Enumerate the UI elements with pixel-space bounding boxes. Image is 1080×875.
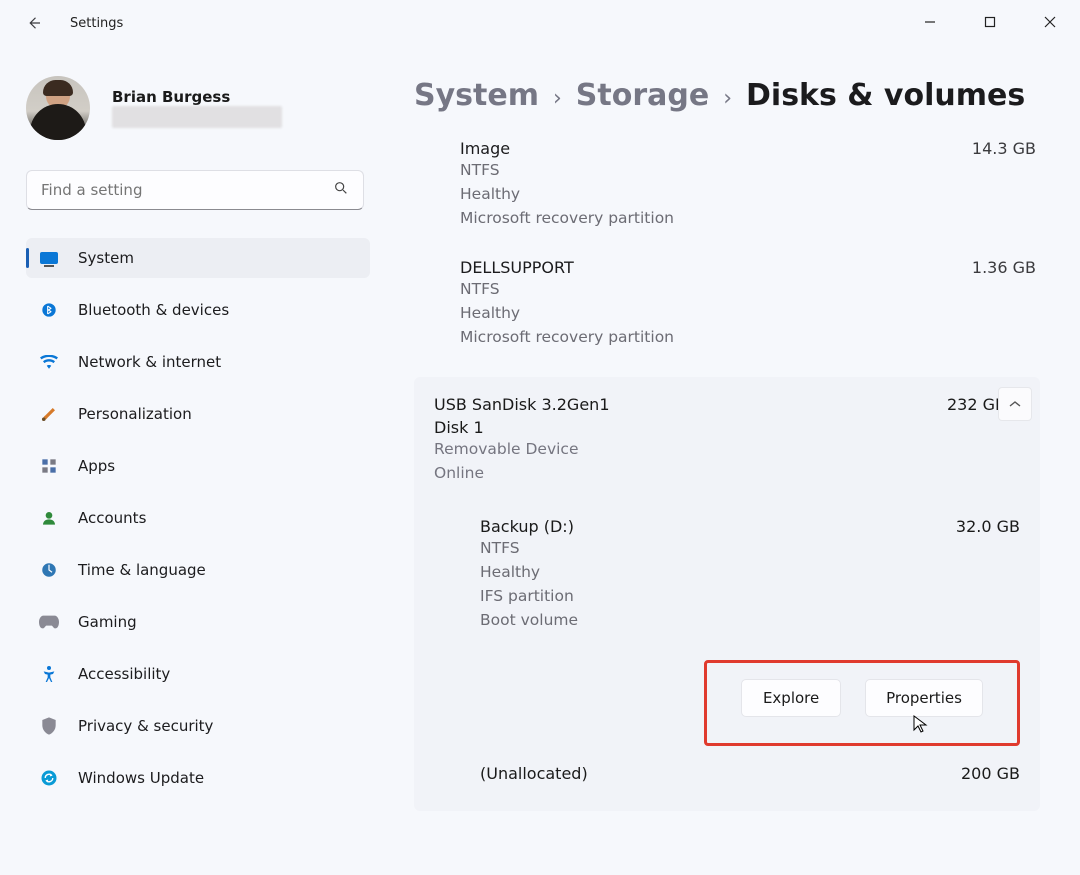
volume-health: Healthy (460, 182, 1040, 206)
sidebar-item-label: Network & internet (78, 353, 221, 371)
sidebar-item-update[interactable]: Windows Update (26, 758, 370, 798)
breadcrumb-system[interactable]: System (414, 78, 539, 113)
search-input[interactable] (41, 181, 333, 199)
clock-globe-icon (38, 559, 60, 581)
sidebar-item-label: Personalization (78, 405, 192, 423)
chevron-right-icon: › (553, 86, 562, 111)
explore-button[interactable]: Explore (741, 679, 841, 717)
volume-fs: NTFS (460, 277, 1040, 301)
sidebar-item-label: Privacy & security (78, 717, 213, 735)
update-icon (38, 767, 60, 789)
breadcrumb: System › Storage › Disks & volumes (414, 78, 1040, 113)
collapse-toggle[interactable] (998, 387, 1032, 421)
unallocated-label: (Unallocated) (480, 764, 588, 783)
bluetooth-icon (38, 299, 60, 321)
maximize-button[interactable] (960, 0, 1020, 44)
sidebar-item-label: Bluetooth & devices (78, 301, 229, 319)
accessibility-icon (38, 663, 60, 685)
volume-name: DELLSUPPORT (460, 258, 574, 277)
sidebar-item-label: Apps (78, 457, 115, 475)
partition-line: Boot volume (480, 608, 1020, 632)
sidebar-item-label: System (78, 249, 134, 267)
action-highlight: Explore Properties (704, 660, 1020, 746)
sidebar-item-system[interactable]: System (26, 238, 370, 278)
user-header[interactable]: Brian Burgess (26, 76, 370, 140)
shield-icon (38, 715, 60, 737)
disk-card: USB SanDisk 3.2Gen1 Disk 1 Removable Dev… (414, 377, 1040, 811)
disk-kind: Removable Device (434, 437, 610, 461)
sidebar-item-apps[interactable]: Apps (26, 446, 370, 486)
wifi-icon (38, 351, 60, 373)
sidebar-item-bluetooth[interactable]: Bluetooth & devices (26, 290, 370, 330)
brush-icon (38, 403, 60, 425)
avatar (26, 76, 90, 140)
partition-line: NTFS (480, 536, 1020, 560)
properties-button[interactable]: Properties (865, 679, 983, 717)
volume-item[interactable]: Image 14.3 GB NTFS Healthy Microsoft rec… (414, 139, 1040, 230)
breadcrumb-storage[interactable]: Storage (576, 78, 709, 113)
disk-id: Disk 1 (434, 418, 610, 437)
sidebar-item-gaming[interactable]: Gaming (26, 602, 370, 642)
person-icon (38, 507, 60, 529)
sidebar-item-personalization[interactable]: Personalization (26, 394, 370, 434)
sidebar-item-label: Accounts (78, 509, 146, 527)
volume-item[interactable]: DELLSUPPORT 1.36 GB NTFS Healthy Microso… (414, 258, 1040, 349)
volume-size: 14.3 GB (972, 139, 1040, 158)
unallocated-size: 200 GB (961, 764, 1020, 783)
partition-line: IFS partition (480, 584, 1020, 608)
sidebar-item-label: Accessibility (78, 665, 170, 683)
apps-icon (38, 455, 60, 477)
volume-size: 1.36 GB (972, 258, 1040, 277)
page-title: Disks & volumes (746, 78, 1025, 113)
close-button[interactable] (1020, 0, 1080, 44)
gamepad-icon (38, 611, 60, 633)
search-icon (333, 180, 349, 200)
main-content: System › Storage › Disks & volumes Image… (386, 46, 1080, 875)
partition-line: Healthy (480, 560, 1020, 584)
sidebar-item-privacy[interactable]: Privacy & security (26, 706, 370, 746)
sidebar-item-label: Gaming (78, 613, 137, 631)
volume-type: Microsoft recovery partition (460, 206, 1040, 230)
partition-name: Backup (D:) (480, 517, 574, 536)
user-name: Brian Burgess (112, 88, 282, 106)
sidebar-item-time[interactable]: Time & language (26, 550, 370, 590)
user-email-redacted (112, 106, 282, 128)
sidebar-item-accessibility[interactable]: Accessibility (26, 654, 370, 694)
volume-fs: NTFS (460, 158, 1040, 182)
partition-size: 32.0 GB (956, 517, 1020, 536)
minimize-button[interactable] (900, 0, 960, 44)
unallocated-item[interactable]: (Unallocated) 200 GB (434, 764, 1020, 783)
partition-item[interactable]: Backup (D:) 32.0 GB NTFS Healthy IFS par… (434, 517, 1020, 632)
volume-name: Image (460, 139, 510, 158)
monitor-icon (38, 247, 60, 269)
sidebar-item-label: Windows Update (78, 769, 204, 787)
sidebar-item-label: Time & language (78, 561, 206, 579)
search-box[interactable] (26, 170, 364, 210)
volume-health: Healthy (460, 301, 1040, 325)
sidebar: Brian Burgess System Bluetooth & devices (0, 46, 386, 875)
sidebar-item-network[interactable]: Network & internet (26, 342, 370, 382)
cursor-icon (913, 715, 929, 737)
chevron-up-icon (1009, 397, 1021, 411)
sidebar-item-accounts[interactable]: Accounts (26, 498, 370, 538)
chevron-right-icon: › (723, 86, 732, 111)
disk-name: USB SanDisk 3.2Gen1 (434, 395, 610, 414)
window-controls (900, 0, 1080, 44)
volume-type: Microsoft recovery partition (460, 325, 1040, 349)
back-icon[interactable] (24, 13, 44, 33)
disk-status: Online (434, 461, 610, 485)
app-title: Settings (70, 16, 123, 31)
